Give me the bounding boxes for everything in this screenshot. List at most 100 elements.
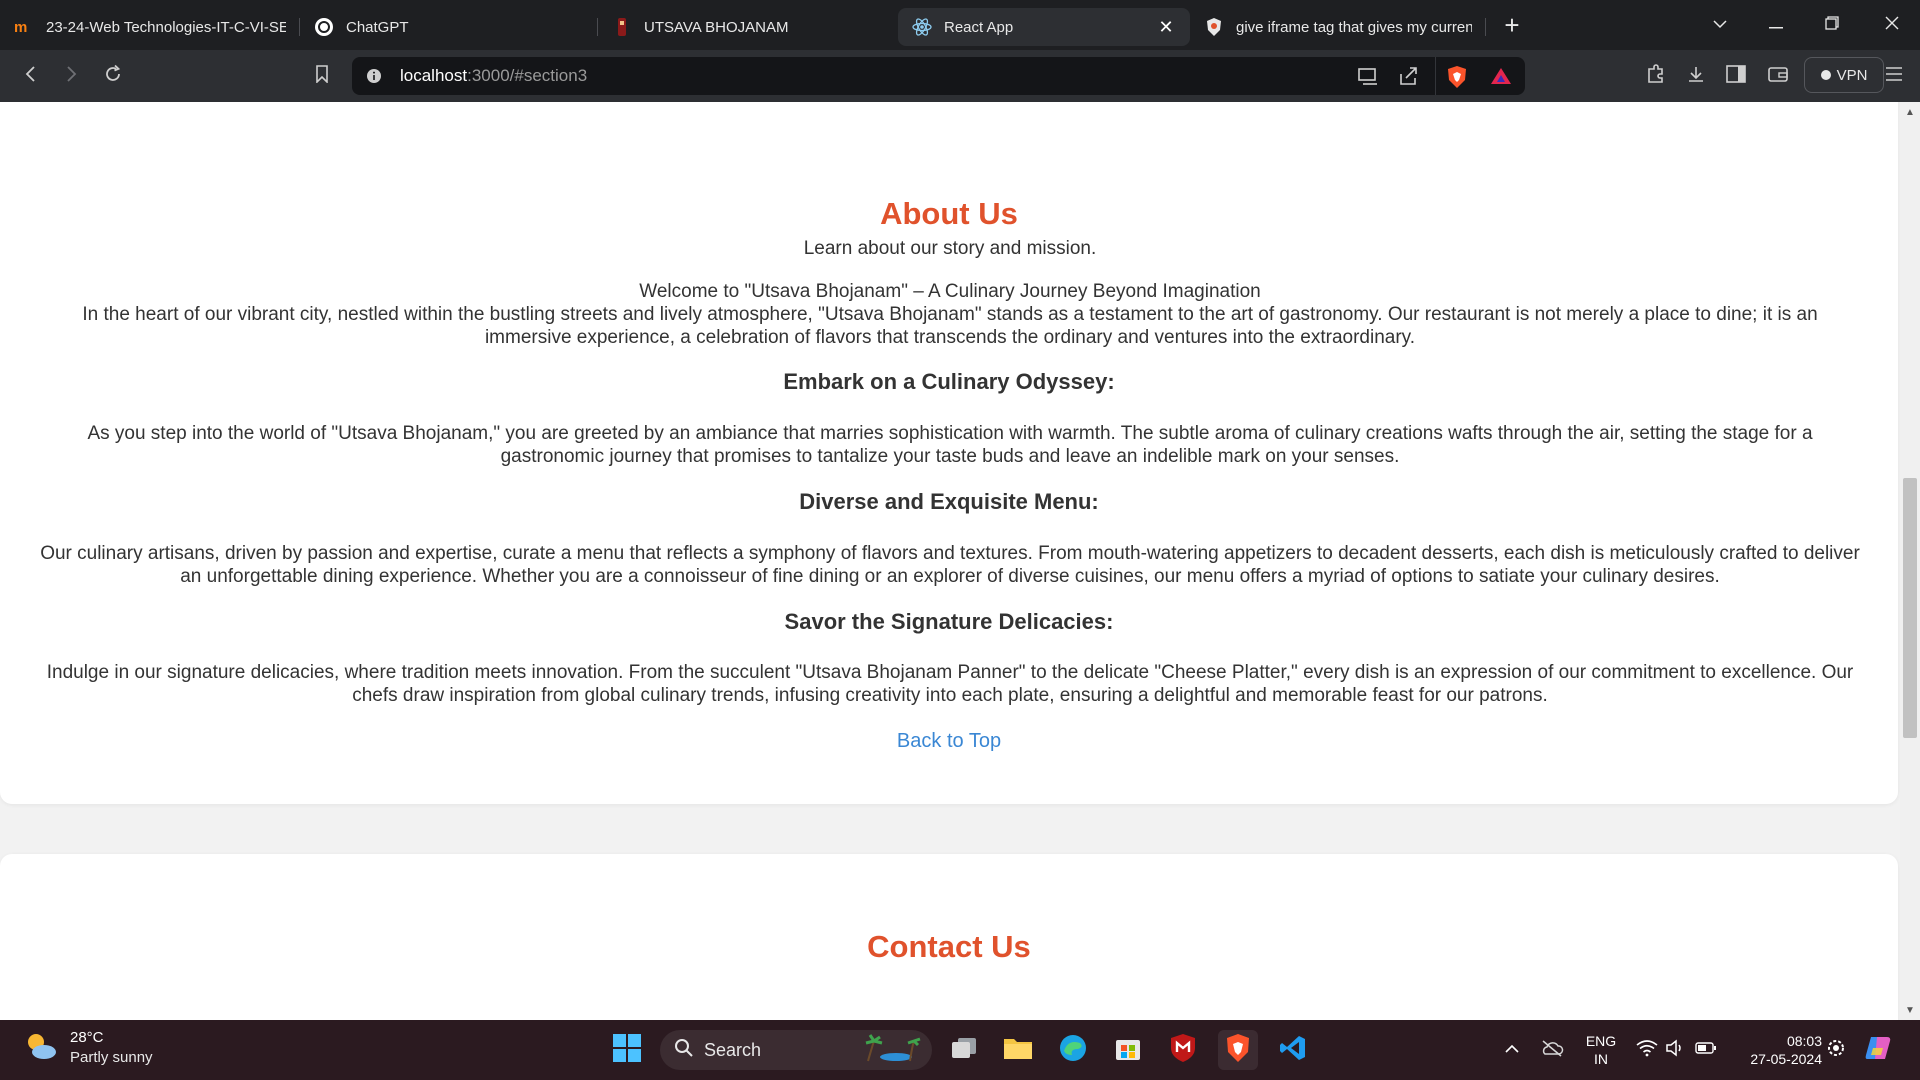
minimize-button[interactable] — [1748, 0, 1804, 50]
about-section: About Us Learn about our story and missi… — [0, 102, 1898, 804]
tab-react-app[interactable]: React App ✕ — [898, 8, 1190, 46]
chevron-up-icon — [1505, 1041, 1519, 1059]
tab-title: React App — [944, 18, 1014, 36]
tray-overflow-button[interactable] — [1492, 1030, 1532, 1070]
wallet-icon — [1768, 65, 1788, 88]
language-code: ENG — [1585, 1033, 1617, 1049]
onedrive-button[interactable] — [1532, 1030, 1572, 1070]
start-button[interactable] — [607, 1030, 647, 1070]
copilot-icon — [1863, 1033, 1893, 1068]
arrow-right-icon — [66, 65, 78, 88]
contact-section: Contact Us — [0, 854, 1898, 1020]
url-host: localhost — [400, 66, 468, 85]
weather-condition: Partly sunny — [70, 1049, 153, 1066]
restaurant-icon — [612, 17, 632, 37]
notifications-button[interactable] — [1816, 1030, 1856, 1070]
windows-taskbar: 28°C Partly sunny Search ENG IN 08:03 27… — [0, 1020, 1920, 1080]
section-heading-signature: Savor the Signature Delicacies: — [784, 609, 1114, 634]
tab-moodle[interactable]: m 23-24-Web Technologies-IT-C-VI-SE — [0, 8, 300, 46]
scroll-up-arrow[interactable]: ▲ — [1900, 104, 1920, 120]
section-heading-odyssey: Embark on a Culinary Odyssey: — [783, 369, 1115, 394]
brave-icon — [1225, 1033, 1251, 1068]
tab-utsava[interactable]: UTSAVA BHOJANAM — [598, 8, 898, 46]
cast-icon[interactable] — [1357, 66, 1379, 91]
menu-button[interactable] — [1874, 56, 1914, 96]
tab-iframe-query[interactable]: give iframe tag that gives my current — [1190, 8, 1486, 46]
section-text-odyssey: As you step into the world of "Utsava Bh… — [87, 423, 1813, 467]
vscode-icon — [1279, 1034, 1307, 1067]
reload-button[interactable] — [93, 56, 133, 96]
section-heading-menu: Diverse and Exquisite Menu: — [799, 489, 1099, 514]
sidebar-button[interactable] — [1716, 56, 1756, 96]
region-code: IN — [1594, 1051, 1608, 1067]
store-button[interactable] — [1108, 1030, 1148, 1070]
close-icon — [1885, 16, 1899, 35]
folder-icon — [1003, 1035, 1033, 1066]
forward-button[interactable] — [52, 56, 92, 96]
about-subtitle: Learn about our story and mission. — [803, 238, 1097, 259]
mcafee-shield-icon — [1170, 1033, 1196, 1068]
bookmark-button[interactable] — [302, 56, 342, 96]
language-indicator[interactable]: ENG IN — [1580, 1032, 1622, 1068]
weather-text: 28°C Partly sunny — [70, 1028, 153, 1068]
task-view-button[interactable] — [944, 1030, 984, 1070]
mcafee-button[interactable] — [1163, 1030, 1203, 1070]
url-text: localhost:3000/#section3 — [400, 57, 587, 95]
clock[interactable]: 08:03 27-05-2024 — [1732, 1032, 1822, 1068]
battery-icon — [1695, 1041, 1717, 1060]
search-icon — [674, 1038, 694, 1063]
scroll-down-arrow[interactable]: ▼ — [1900, 1002, 1920, 1018]
brave-rewards-icon[interactable] — [1490, 67, 1512, 90]
windows-logo-icon — [612, 1033, 642, 1068]
copilot-button[interactable] — [1858, 1030, 1898, 1070]
settings-gear-icon — [1825, 1037, 1847, 1064]
puzzle-icon — [1646, 63, 1666, 89]
edge-button[interactable] — [1053, 1030, 1093, 1070]
clock-time: 08:03 — [1786, 1033, 1822, 1049]
brave-shield-icon — [1204, 17, 1224, 37]
close-icon[interactable]: ✕ — [1156, 17, 1176, 37]
close-window-button[interactable] — [1864, 0, 1920, 50]
back-to-top-link[interactable]: Back to Top — [0, 730, 1898, 753]
brave-browser-button[interactable] — [1218, 1030, 1258, 1070]
tab-search-button[interactable] — [1692, 0, 1748, 50]
brave-shields-icon[interactable] — [1446, 65, 1468, 94]
battery-button[interactable] — [1686, 1030, 1726, 1070]
vpn-button[interactable]: VPN — [1804, 57, 1884, 93]
divider — [1435, 57, 1436, 95]
contact-title: Contact Us — [867, 929, 1031, 964]
moodle-icon: m — [14, 17, 34, 37]
tab-chatgpt[interactable]: ChatGPT — [300, 8, 598, 46]
weather-widget[interactable]: 28°C Partly sunny — [22, 1028, 153, 1068]
extensions-button[interactable] — [1636, 56, 1676, 96]
about-welcome: Welcome to "Utsava Bhojanam" – A Culinar… — [639, 281, 1261, 302]
tab-title: give iframe tag that gives my current — [1236, 18, 1472, 36]
new-tab-button[interactable]: + — [1492, 5, 1532, 45]
info-icon[interactable] — [366, 68, 382, 89]
clock-date: 27-05-2024 — [1750, 1051, 1822, 1067]
taskbar-search[interactable]: Search — [660, 1030, 932, 1070]
downloads-button[interactable] — [1676, 56, 1716, 96]
file-explorer-button[interactable] — [998, 1030, 1038, 1070]
restore-button[interactable] — [1804, 0, 1860, 50]
tab-title: ChatGPT — [346, 18, 409, 36]
arrow-left-icon — [24, 65, 36, 88]
restore-icon — [1825, 15, 1839, 35]
volume-icon — [1665, 1038, 1685, 1062]
reload-icon — [103, 64, 123, 89]
scrollbar-thumb[interactable] — [1903, 478, 1917, 738]
store-icon — [1114, 1034, 1142, 1067]
sidebar-icon — [1726, 64, 1746, 88]
browser-toolbar: localhost:3000/#section3 VPN — [0, 50, 1920, 102]
svg-text:m: m — [14, 19, 27, 35]
task-view-icon — [950, 1036, 978, 1065]
hamburger-menu-icon — [1885, 66, 1903, 86]
share-icon[interactable] — [1398, 66, 1420, 91]
bookmark-icon — [315, 64, 329, 88]
address-bar[interactable]: localhost:3000/#section3 — [352, 57, 1525, 95]
back-button[interactable] — [10, 56, 50, 96]
page-viewport: About Us Learn about our story and missi… — [0, 102, 1900, 1020]
vscode-button[interactable] — [1273, 1030, 1313, 1070]
browser-tab-strip: m 23-24-Web Technologies-IT-C-VI-SE Chat… — [0, 0, 1920, 50]
wallet-button[interactable] — [1758, 56, 1798, 96]
